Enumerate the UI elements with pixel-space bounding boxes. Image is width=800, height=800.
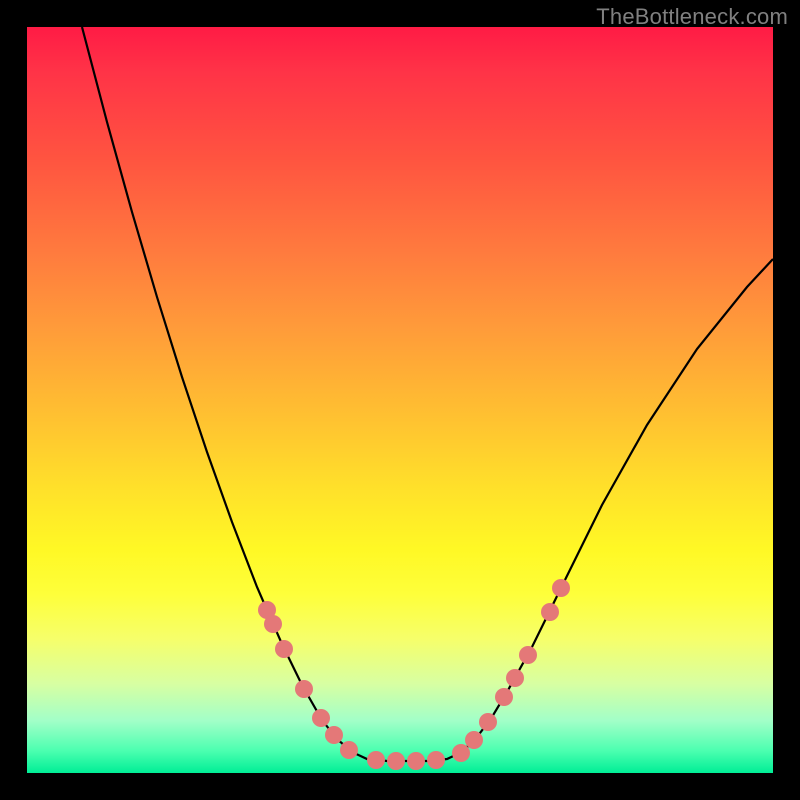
marker-dot: [495, 688, 513, 706]
marker-dot: [264, 615, 282, 633]
marker-dot: [367, 751, 385, 769]
marker-dots-group: [258, 579, 570, 770]
marker-dot: [407, 752, 425, 770]
marker-dot: [387, 752, 405, 770]
marker-dot: [275, 640, 293, 658]
marker-dot: [325, 726, 343, 744]
watermark-text: TheBottleneck.com: [596, 4, 788, 30]
marker-dot: [465, 731, 483, 749]
plot-area: [27, 27, 773, 773]
marker-dot: [295, 680, 313, 698]
chart-frame: TheBottleneck.com: [0, 0, 800, 800]
bottleneck-curve: [82, 27, 773, 761]
marker-dot: [312, 709, 330, 727]
marker-dot: [479, 713, 497, 731]
marker-dot: [541, 603, 559, 621]
marker-dot: [340, 741, 358, 759]
marker-dot: [427, 751, 445, 769]
marker-dot: [506, 669, 524, 687]
marker-dot: [552, 579, 570, 597]
marker-dot: [452, 744, 470, 762]
marker-dot: [519, 646, 537, 664]
curve-svg: [27, 27, 773, 773]
